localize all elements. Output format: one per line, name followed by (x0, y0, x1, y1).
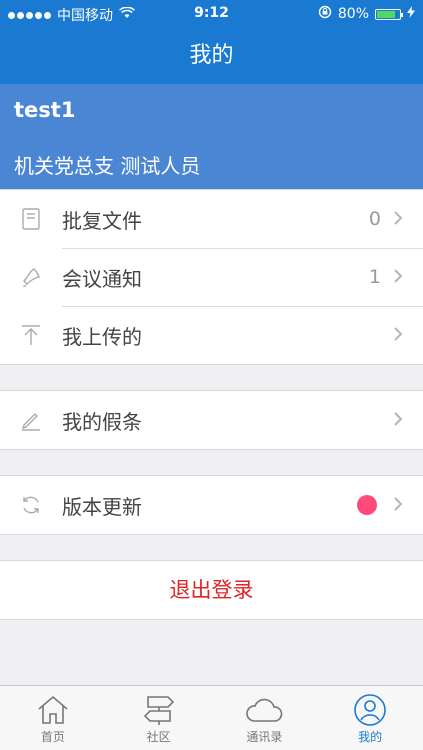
battery-percent: 80% (337, 6, 369, 22)
menu-item-my-uploads[interactable]: 我上传的 (0, 306, 423, 364)
menu-item-count: 1 (368, 266, 381, 288)
menu-item-label: 我上传的 (62, 324, 142, 349)
tab-label: 首页 (40, 730, 65, 744)
chevron-right-icon (393, 265, 423, 290)
chevron-right-icon (393, 207, 423, 232)
status-bar: 中国移动 9:12 80% (0, 0, 423, 28)
battery-icon (375, 8, 403, 20)
tab-contacts[interactable]: 通讯录 (212, 686, 318, 750)
profile-header[interactable]: test1 机关党总支 测试人员 (0, 84, 423, 190)
menu-group-update: 版本更新 (0, 475, 423, 535)
charging-icon (407, 6, 415, 22)
tab-label: 通讯录 (246, 730, 283, 744)
chevron-right-icon (393, 493, 423, 518)
bell-icon (0, 266, 62, 288)
menu-item-my-leave-notes[interactable]: 我的假条 (0, 391, 423, 449)
chevron-right-icon (393, 323, 423, 348)
status-right: 80% (318, 5, 415, 23)
cloud-icon (244, 692, 284, 728)
page-title: 我的 (189, 43, 234, 68)
home-icon (36, 692, 70, 728)
menu-group-documents: 批复文件 0 会议通知 1 我上传的 (0, 189, 423, 365)
battery-fill (377, 10, 395, 18)
menu-item-label: 批复文件 (62, 208, 142, 233)
tab-label: 社区 (146, 730, 171, 744)
tab-label: 我的 (358, 730, 383, 744)
upload-icon (0, 324, 62, 346)
update-badge (357, 495, 377, 515)
profile-username: test1 (14, 98, 76, 122)
menu-item-label: 我的假条 (62, 409, 142, 434)
menu-item-count: 0 (368, 208, 381, 230)
profile-department: 机关党总支 测试人员 (14, 154, 201, 178)
menu-item-label: 会议通知 (62, 266, 142, 291)
menu-group-leave: 我的假条 (0, 390, 423, 450)
logout-button[interactable]: 退出登录 (0, 560, 423, 620)
nav-bar: 我的 (0, 28, 423, 84)
document-icon (0, 208, 62, 230)
refresh-icon (0, 494, 62, 516)
user-icon (353, 692, 387, 728)
menu-item-meeting-notices[interactable]: 会议通知 1 (0, 248, 423, 306)
rotation-lock-icon (318, 5, 332, 23)
signpost-icon (142, 692, 176, 728)
chevron-right-icon (393, 408, 423, 433)
tab-bar: 首页 社区 通讯录 我的 (0, 685, 423, 750)
pencil-icon (0, 409, 62, 431)
menu-item-version-update[interactable]: 版本更新 (0, 476, 423, 534)
tab-mine[interactable]: 我的 (317, 686, 423, 750)
tab-community[interactable]: 社区 (106, 686, 212, 750)
menu-item-label: 版本更新 (62, 494, 142, 519)
tab-home[interactable]: 首页 (0, 686, 106, 750)
menu-item-approved-files[interactable]: 批复文件 0 (0, 190, 423, 248)
logout-label: 退出登录 (169, 578, 254, 602)
